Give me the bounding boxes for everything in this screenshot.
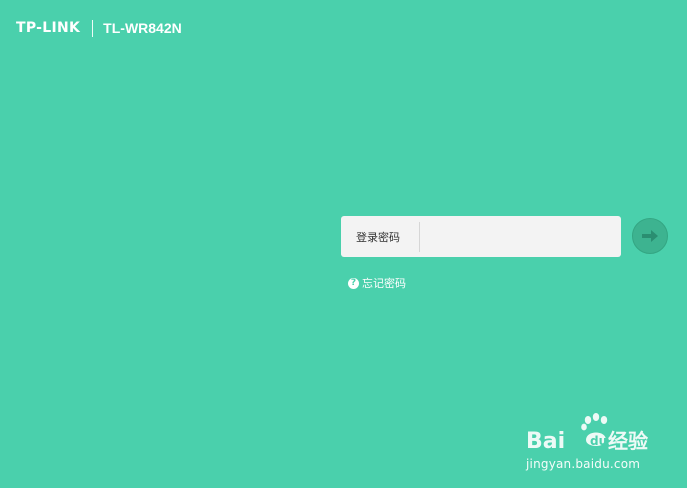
forgot-password-link[interactable]: ? 忘记密码 <box>348 275 406 291</box>
baidu-jingyan-logo: du Bai 经验 <box>526 413 648 454</box>
password-field[interactable]: 登录密码 <box>341 216 621 257</box>
login-button[interactable] <box>632 218 668 254</box>
forgot-password-label: 忘记密码 <box>362 277 406 290</box>
question-circle-icon: ? <box>348 277 359 289</box>
baidu-jingyan-watermark: du Bai 经验 jingyan.baidu.com <box>526 412 656 474</box>
svg-text:du: du <box>590 434 607 448</box>
svg-text:经验: 经验 <box>608 429 648 453</box>
svg-text:Bai: Bai <box>526 429 565 454</box>
app-header: TP-LINK TL-WR842N <box>16 19 182 37</box>
arrow-right-icon <box>642 230 658 242</box>
header-divider <box>92 19 94 37</box>
watermark-url: jingyan.baidu.com <box>526 457 641 471</box>
device-model: TL-WR842N <box>103 20 182 36</box>
password-input[interactable] <box>420 216 621 257</box>
brand-logo: TP-LINK <box>16 20 81 36</box>
password-label: 登录密码 <box>356 230 400 244</box>
